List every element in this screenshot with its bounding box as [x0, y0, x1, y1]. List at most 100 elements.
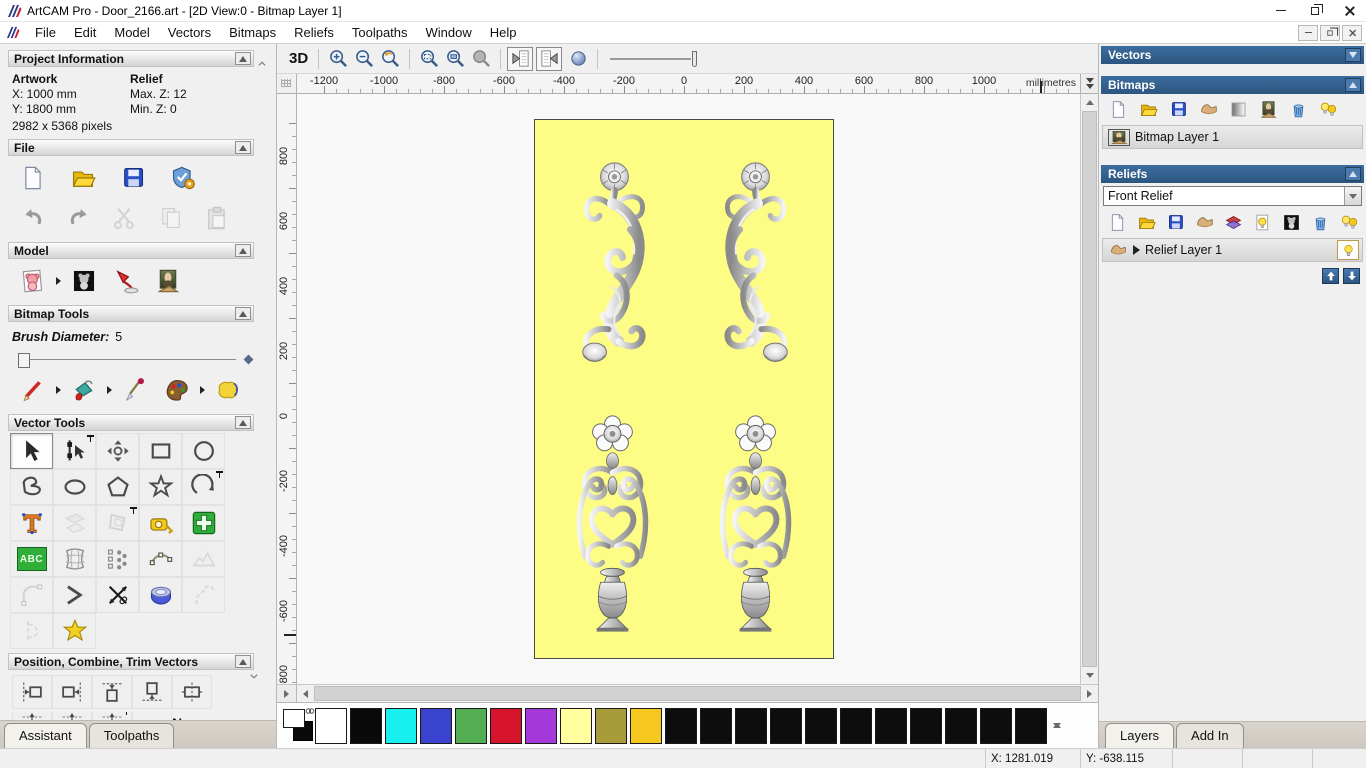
canvas-viewport[interactable] [297, 94, 1080, 684]
vertical-scrollbar[interactable] [1080, 94, 1098, 684]
restore-button[interactable] [1298, 0, 1332, 21]
create-text-tool[interactable] [10, 505, 53, 541]
zoom-out-button[interactable] [351, 47, 377, 71]
zoom-box-button[interactable] [416, 47, 442, 71]
nesting-tool-label[interactable]: Nes [172, 715, 199, 720]
vertical-scroll-thumb[interactable] [1082, 111, 1097, 667]
centre-horizontal-button[interactable] [52, 712, 92, 720]
palette-swatch[interactable] [840, 708, 872, 744]
palette-swatch[interactable] [665, 708, 697, 744]
bitmap-layer-copy-button[interactable] [1253, 97, 1283, 121]
expand-arrow-icon[interactable] [1133, 245, 1140, 255]
centre-vertical-button[interactable] [92, 712, 132, 720]
zoom-previous-button[interactable] [377, 47, 403, 71]
menu-model[interactable]: Model [105, 23, 158, 42]
collapse-button[interactable] [235, 416, 251, 429]
collapse-button[interactable] [1345, 167, 1361, 181]
palette-swatch[interactable] [1015, 708, 1047, 744]
greyscale-from-relief-button[interactable] [1277, 210, 1306, 234]
lighting-button[interactable] [105, 264, 147, 298]
paste-along-curve-tool[interactable] [96, 541, 139, 577]
fillet-arcs-tool[interactable] [10, 577, 53, 613]
flyout-arrow-icon[interactable] [200, 386, 205, 394]
panel-scroll-down-button[interactable] [246, 668, 262, 686]
scroll-down-arrow[interactable] [1081, 667, 1098, 684]
align-top-button[interactable] [92, 675, 132, 709]
palette-swatch[interactable] [385, 708, 417, 744]
close-button[interactable] [1332, 0, 1366, 21]
palette-scroll-down-button[interactable] [1053, 728, 1061, 746]
fit-curve-tool[interactable] [139, 541, 182, 577]
create-polyline-tool[interactable] [10, 469, 53, 505]
move-layer-down-button[interactable] [1343, 268, 1360, 284]
palette-swatch[interactable] [910, 708, 942, 744]
open-model-button[interactable] [62, 161, 104, 195]
create-ellipse-tool[interactable] [53, 469, 96, 505]
panel-scroll-up-button[interactable] [254, 56, 270, 74]
palette-swatch[interactable] [525, 708, 557, 744]
tab-add-in[interactable]: Add In [1176, 723, 1244, 748]
palette-swatch[interactable] [455, 708, 487, 744]
palette-swatch[interactable] [560, 708, 592, 744]
relief-layer-row[interactable]: Relief Layer 1 [1102, 238, 1363, 262]
move-layer-up-button[interactable] [1322, 268, 1339, 284]
collapse-button[interactable] [235, 307, 251, 320]
palette-swatch[interactable] [315, 708, 347, 744]
zoom-fit-button[interactable] [442, 47, 468, 71]
menu-file[interactable]: File [26, 23, 65, 42]
zoom-object-button[interactable] [468, 47, 494, 71]
trim-vectors-tool[interactable] [96, 577, 139, 613]
collapse-button[interactable] [235, 244, 251, 257]
palette-swatch[interactable] [350, 708, 382, 744]
collapse-button[interactable] [235, 141, 251, 154]
toggle-3d-view-button[interactable]: 3D [285, 48, 312, 69]
collapse-button[interactable] [235, 655, 251, 668]
save-relief-layer-button[interactable] [1161, 210, 1190, 234]
minimize-button[interactable] [1264, 0, 1298, 21]
palette-swatch[interactable] [630, 708, 662, 744]
menu-help[interactable]: Help [481, 23, 526, 42]
relief-select-dropdown[interactable]: Front Relief [1103, 186, 1362, 206]
scatter-copies-button[interactable] [132, 712, 172, 720]
join-vectors-tool[interactable] [53, 577, 96, 613]
mdi-close-button[interactable] [1342, 25, 1362, 41]
palette-swatch[interactable] [490, 708, 522, 744]
palette-swatch[interactable] [700, 708, 732, 744]
model-properties-button[interactable] [162, 161, 204, 195]
palette-scroll-up-button[interactable] [1053, 706, 1061, 724]
flyout-arrow-icon[interactable] [56, 277, 61, 285]
new-bitmap-layer-button[interactable] [1103, 97, 1133, 121]
toggle-all-bitmap-visibility-button[interactable] [1313, 97, 1343, 121]
menu-vectors[interactable]: Vectors [159, 23, 220, 42]
pick-colour-tool[interactable] [114, 373, 156, 407]
free-curve-tool[interactable] [182, 577, 225, 613]
align-left-button[interactable] [12, 675, 52, 709]
tab-layers[interactable]: Layers [1105, 723, 1174, 748]
flood-fill-tool[interactable] [63, 373, 105, 407]
scroll-up-arrow[interactable] [1081, 94, 1098, 111]
slice-vectors-tool[interactable] [10, 613, 53, 649]
align-bottom-button[interactable] [132, 675, 172, 709]
save-bitmap-layer-button[interactable] [1163, 97, 1193, 121]
previous-bitmap-layer-button[interactable] [507, 47, 533, 71]
paint-tool[interactable] [12, 373, 54, 407]
cut-button[interactable] [104, 201, 146, 235]
measure-tool[interactable] [139, 505, 182, 541]
spin-vectors-tool[interactable] [139, 577, 182, 613]
palette-swatch[interactable] [805, 708, 837, 744]
expand-button[interactable] [1345, 48, 1361, 62]
merge-relief-layers-button[interactable] [1219, 210, 1248, 234]
text-block-tool[interactable]: ABC [10, 541, 53, 577]
transform-vectors-tool[interactable] [96, 433, 139, 469]
block-and-rotate-copy-tool[interactable] [182, 505, 225, 541]
palette-swatch[interactable] [945, 708, 977, 744]
offset-vectors-tool[interactable] [96, 505, 139, 541]
align-centre-button[interactable] [172, 675, 212, 709]
align-right-button[interactable] [52, 675, 92, 709]
tab-assistant[interactable]: Assistant [4, 723, 87, 748]
palette-swatch[interactable] [875, 708, 907, 744]
dropdown-arrow-button[interactable] [1344, 187, 1361, 205]
bitmap-layer-row[interactable]: Bitmap Layer 1 [1102, 125, 1363, 149]
colour-palette-tool[interactable] [156, 373, 198, 407]
create-arc-tool[interactable] [182, 469, 225, 505]
